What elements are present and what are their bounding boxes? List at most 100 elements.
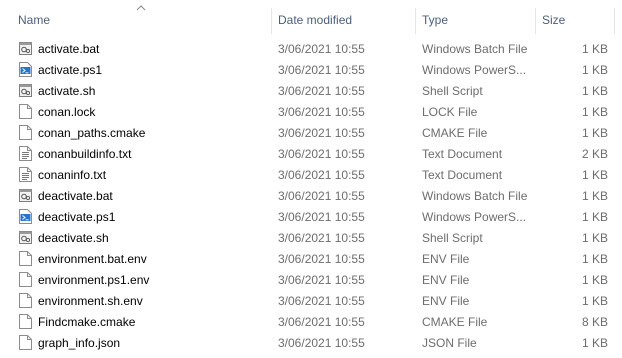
file-size: 1 KB [581,231,608,245]
file-type: Shell Script [422,231,483,245]
file-date-modified: 3/06/2021 10:55 [278,273,365,287]
column-header-size[interactable]: Size [542,13,565,27]
file-date-modified: 3/06/2021 10:55 [278,105,365,119]
file-row[interactable]: environment.bat.env 3/06/2021 10:55 ENV Fi… [0,248,622,269]
file-date-modified: 3/06/2021 10:55 [278,147,365,161]
file-name: activate.bat [38,42,100,56]
file-name: deactivate.bat [38,189,113,203]
batch-file-icon [19,188,32,203]
file-row[interactable]: graph_info.json 3/06/2021 10:55 JSON File 1… [0,332,622,353]
file-row[interactable]: deactivate.sh 3/06/2021 10:55 Shell Script… [0,227,622,248]
file-type: ENV File [422,294,470,308]
blank-file-icon [19,104,32,119]
file-date-modified: 3/06/2021 10:55 [278,84,365,98]
file-size: 2 KB [581,147,608,161]
sort-ascending-icon[interactable] [136,4,146,12]
file-row[interactable]: conanbuildinfo.txt 3/06/2021 10:55 Text Do… [0,143,622,164]
file-type: Shell Script [422,84,483,98]
file-type: Text Document [422,147,503,161]
blank-file-icon [19,251,32,266]
file-row[interactable]: conaninfo.txt 3/06/2021 10:55 Text Documen… [0,164,622,185]
file-name: conan_paths.cmake [38,126,146,140]
file-date-modified: 3/06/2021 10:55 [278,168,365,182]
column-divider[interactable] [271,8,272,34]
file-name: activate.sh [38,84,96,98]
shell-script-icon [19,230,32,245]
file-name: conaninfo.txt [38,168,107,182]
file-size: 1 KB [581,273,608,287]
file-size: 1 KB [581,210,608,224]
file-row[interactable]: activate.sh 3/06/2021 10:55 Shell Script 1 … [0,80,622,101]
file-size: 1 KB [581,84,608,98]
file-row[interactable]: activate.ps1 3/06/2021 10:55 Windows Power… [0,59,622,80]
file-size: 1 KB [581,105,608,119]
file-type: Windows Batch File [422,42,528,56]
column-divider[interactable] [415,8,416,34]
file-name: graph_info.json [38,336,121,350]
file-row[interactable]: conan.lock 3/06/2021 10:55 LOCK File 1 KB [0,101,622,122]
powershell-file-icon [19,209,32,224]
file-type: ENV File [422,252,470,266]
text-file-icon [19,167,32,182]
powershell-file-icon [19,62,32,77]
file-type: Windows Batch File [422,189,528,203]
file-size: 1 KB [581,42,608,56]
file-size: 1 KB [581,294,608,308]
column-header-name[interactable]: Name [18,13,50,27]
file-date-modified: 3/06/2021 10:55 [278,231,365,245]
file-name: conanbuildinfo.txt [38,147,132,161]
file-name: deactivate.sh [38,231,109,245]
blank-file-icon [19,125,32,140]
file-type: JSON File [422,336,477,350]
file-type: Windows PowerS... [422,210,527,224]
file-size: 1 KB [581,336,608,350]
file-name: activate.ps1 [38,63,103,77]
file-date-modified: 3/06/2021 10:55 [278,126,365,140]
file-date-modified: 3/06/2021 10:55 [278,189,365,203]
file-size: 1 KB [581,63,608,77]
file-date-modified: 3/06/2021 10:55 [278,42,365,56]
blank-file-icon [19,293,32,308]
file-date-modified: 3/06/2021 10:55 [278,294,365,308]
file-type: Windows PowerS... [422,63,527,77]
column-divider[interactable] [614,8,615,34]
file-row[interactable]: environment.sh.env 3/06/2021 10:55 ENV Fil… [0,290,622,311]
file-name: deactivate.ps1 [38,210,116,224]
shell-script-icon [19,83,32,98]
file-type: ENV File [422,273,470,287]
file-name: environment.bat.env [38,252,147,266]
column-header-type[interactable]: Type [422,13,448,27]
file-name: conan.lock [38,105,96,119]
batch-file-icon [19,41,32,56]
file-date-modified: 3/06/2021 10:55 [278,336,365,350]
file-row[interactable]: deactivate.bat 3/06/2021 10:55 Windows Bat… [0,185,622,206]
file-size: 1 KB [581,252,608,266]
file-name: environment.sh.env [38,294,143,308]
blank-file-icon [19,335,32,350]
file-list: activate.bat 3/06/2021 10:55 Windows Batch… [0,38,622,353]
file-row[interactable]: Findcmake.cmake 3/06/2021 10:55 CMAKE File… [0,311,622,332]
file-type: CMAKE File [422,126,488,140]
file-row[interactable]: activate.bat 3/06/2021 10:55 Windows Batch… [0,38,622,59]
file-date-modified: 3/06/2021 10:55 [278,252,365,266]
file-size: 8 KB [581,315,608,329]
file-row[interactable]: deactivate.ps1 3/06/2021 10:55 Windows Pow… [0,206,622,227]
file-name: Findcmake.cmake [38,315,136,329]
blank-file-icon [19,272,32,287]
column-header-bar: Name Date modified Type Size [0,0,622,38]
file-date-modified: 3/06/2021 10:55 [278,315,365,329]
file-date-modified: 3/06/2021 10:55 [278,210,365,224]
file-date-modified: 3/06/2021 10:55 [278,63,365,77]
file-type: LOCK File [422,105,478,119]
file-row[interactable]: environment.ps1.env 3/06/2021 10:55 ENV Fi… [0,269,622,290]
column-header-date-modified[interactable]: Date modified [278,13,352,27]
column-divider[interactable] [535,8,536,34]
file-type: Text Document [422,168,503,182]
text-file-icon [19,146,32,161]
blank-file-icon [19,314,32,329]
file-type: CMAKE File [422,315,488,329]
file-size: 1 KB [581,189,608,203]
file-row[interactable]: conan_paths.cmake 3/06/2021 10:55 CMAKE Fi… [0,122,622,143]
file-name: environment.ps1.env [38,273,150,287]
file-size: 1 KB [581,126,608,140]
